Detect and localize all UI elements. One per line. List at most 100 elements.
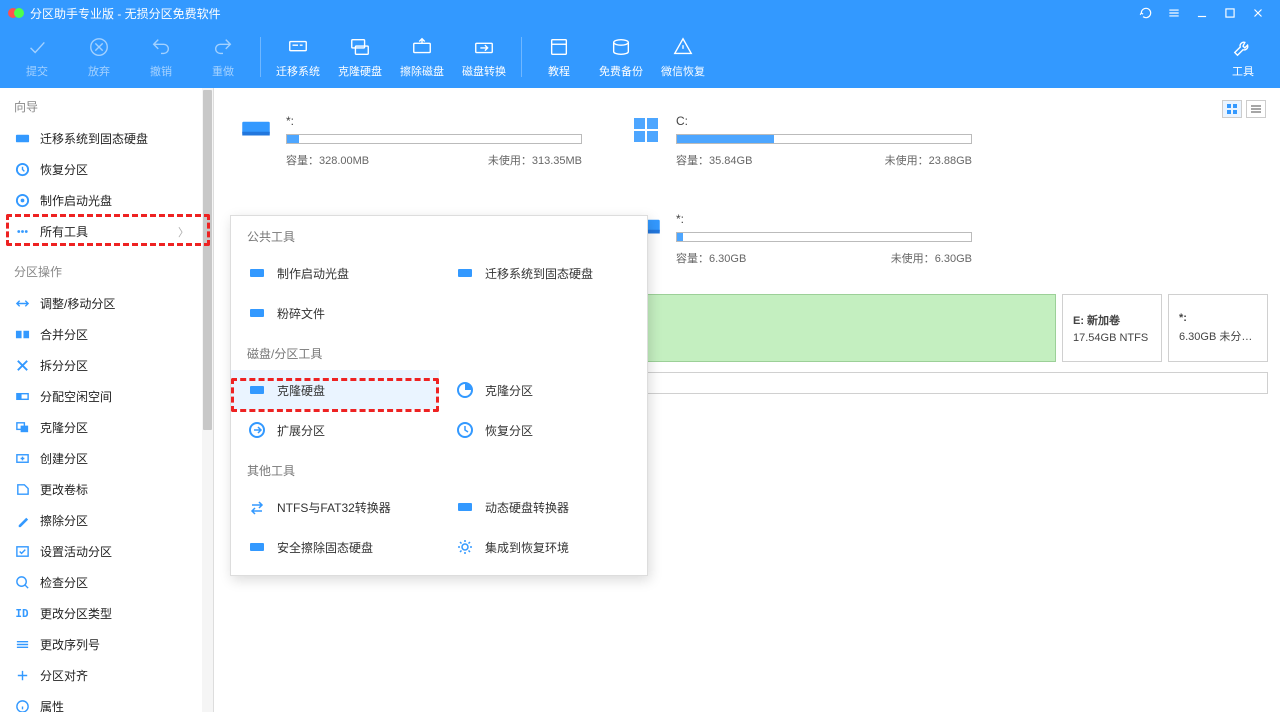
align-icon xyxy=(14,668,30,684)
partition-map: E: 新加卷 17.54GB NTFS *: 6.30GB 未分配... xyxy=(636,294,1268,362)
sidebar: 向导 迁移系统到固态硬盘 恢复分区 制作启动光盘 所有工具〉 分区操作 调整/移… xyxy=(0,88,214,712)
backup-button[interactable]: 免费备份 xyxy=(590,26,652,88)
sidebar-wizard-header: 向导 xyxy=(0,88,203,123)
resize-icon xyxy=(14,296,30,312)
clone-disk-button[interactable]: 克隆硬盘 xyxy=(329,26,391,88)
usage-bar xyxy=(676,232,972,242)
submenu-item-clone-partition[interactable]: 克隆分区 xyxy=(439,370,647,410)
disc-icon xyxy=(247,263,267,283)
shred-icon xyxy=(247,303,267,323)
windows-icon xyxy=(630,116,662,146)
submenu-item-boot-disc[interactable]: 制作启动光盘 xyxy=(231,253,439,293)
submenu-item-recover[interactable]: 恢复分区 xyxy=(439,410,647,450)
recover-icon xyxy=(14,162,30,178)
merge-icon xyxy=(14,327,30,343)
chevron-right-icon: 〉 xyxy=(178,224,189,240)
create-icon xyxy=(14,451,30,467)
sidebar-item-all-tools[interactable]: 所有工具〉 xyxy=(0,216,203,247)
sidebar-item-boot-disc[interactable]: 制作启动光盘 xyxy=(0,185,203,216)
redo-button[interactable]: 重做 xyxy=(192,26,254,88)
sidebar-item-check[interactable]: 检查分区 xyxy=(0,567,203,598)
window-title: 分区助手专业版 - 无损分区免费软件 xyxy=(30,5,1132,22)
extend-icon xyxy=(247,420,267,440)
submenu-item-integrate-re[interactable]: 集成到恢复环境 xyxy=(439,527,647,567)
all-tools-submenu: 公共工具 制作启动光盘 迁移系统到固态硬盘 粉碎文件 磁盘/分区工具 克隆硬盘 … xyxy=(230,215,648,576)
tools-button[interactable]: 工具 xyxy=(1212,26,1274,88)
partition-strip[interactable] xyxy=(636,372,1268,394)
discard-button[interactable]: 放弃 xyxy=(68,26,130,88)
clone-icon xyxy=(14,420,30,436)
commit-button[interactable]: 提交 xyxy=(6,26,68,88)
partition-block-unalloc[interactable]: *: 6.30GB 未分配... xyxy=(1168,294,1268,362)
submenu-item-shred[interactable]: 粉碎文件 xyxy=(231,293,439,333)
sidebar-item-wipe[interactable]: 擦除分区 xyxy=(0,505,203,536)
sidebar-item-change-type[interactable]: ID更改分区类型 xyxy=(0,598,203,629)
main-toolbar: 提交 放弃 撤销 重做 迁移系统 克隆硬盘 擦除磁盘 磁盘转换 教程 免费备份 … xyxy=(0,26,1280,88)
gear-icon xyxy=(455,537,475,557)
submenu-item-ntfs-fat[interactable]: NTFS与FAT32转换器 xyxy=(231,487,439,527)
disk-card[interactable]: *: 容量：6.30GB未使用：6.30GB xyxy=(616,198,986,276)
info-icon xyxy=(14,699,30,712)
sidebar-item-change-serial[interactable]: 更改序列号 xyxy=(0,629,203,660)
menu-button[interactable] xyxy=(1160,0,1188,26)
ssd-icon xyxy=(455,263,475,283)
submenu-item-clone-disk[interactable]: 克隆硬盘 xyxy=(231,370,439,410)
id-icon: ID xyxy=(14,606,30,622)
submenu-section-other: 其他工具 xyxy=(231,450,647,487)
split-icon xyxy=(14,358,30,374)
tutorial-button[interactable]: 教程 xyxy=(528,26,590,88)
sidebar-item-align[interactable]: 分区对齐 xyxy=(0,660,203,691)
sidebar-item-label[interactable]: 更改卷标 xyxy=(0,474,203,505)
allocate-icon xyxy=(14,389,30,405)
convert-disk-button[interactable]: 磁盘转换 xyxy=(453,26,515,88)
label-icon xyxy=(14,482,30,498)
window-titlebar: 分区助手专业版 - 无损分区免费软件 xyxy=(0,0,1280,26)
wipe-disk-button[interactable]: 擦除磁盘 xyxy=(391,26,453,88)
disk-card[interactable]: C: 容量：35.84GB未使用：23.88GB xyxy=(616,100,986,178)
sidebar-item-recover-partition[interactable]: 恢复分区 xyxy=(0,154,203,185)
active-icon xyxy=(14,544,30,560)
sidebar-item-resize-move[interactable]: 调整/移动分区 xyxy=(0,288,203,319)
wechat-recovery-button[interactable]: 微信恢复 xyxy=(652,26,714,88)
sidebar-item-create[interactable]: 创建分区 xyxy=(0,443,203,474)
sidebar-scrollbar[interactable] xyxy=(202,88,213,712)
sidebar-item-clone-partition[interactable]: 克隆分区 xyxy=(0,412,203,443)
minimize-button[interactable] xyxy=(1188,0,1216,26)
erase-icon xyxy=(247,537,267,557)
recover-icon xyxy=(455,420,475,440)
partition-block-e[interactable]: E: 新加卷 17.54GB NTFS xyxy=(1062,294,1162,362)
close-button[interactable] xyxy=(1244,0,1272,26)
wipe-icon xyxy=(14,513,30,529)
undo-button[interactable]: 撤销 xyxy=(130,26,192,88)
sidebar-item-migrate-ssd[interactable]: 迁移系统到固态硬盘 xyxy=(0,123,203,154)
partition-block-free[interactable] xyxy=(636,294,1056,362)
submenu-item-dynamic-convert[interactable]: 动态硬盘转换器 xyxy=(439,487,647,527)
ssd-icon xyxy=(14,131,30,147)
sidebar-ops-header: 分区操作 xyxy=(0,253,203,288)
view-grid-button[interactable] xyxy=(1222,100,1242,118)
migrate-os-button[interactable]: 迁移系统 xyxy=(267,26,329,88)
submenu-item-secure-erase[interactable]: 安全擦除固态硬盘 xyxy=(231,527,439,567)
submenu-section-public: 公共工具 xyxy=(231,216,647,253)
sidebar-item-set-active[interactable]: 设置活动分区 xyxy=(0,536,203,567)
sidebar-item-allocate-free[interactable]: 分配空闲空间 xyxy=(0,381,203,412)
app-logo-icon xyxy=(8,5,24,21)
submenu-item-extend[interactable]: 扩展分区 xyxy=(231,410,439,450)
sidebar-item-merge[interactable]: 合并分区 xyxy=(0,319,203,350)
usage-bar xyxy=(676,134,972,144)
view-list-button[interactable] xyxy=(1246,100,1266,118)
disk-card[interactable]: *: 容量：328.00MB未使用：313.35MB xyxy=(226,100,596,178)
sidebar-item-split[interactable]: 拆分分区 xyxy=(0,350,203,381)
clone-disk-icon xyxy=(247,380,267,400)
maximize-button[interactable] xyxy=(1216,0,1244,26)
serial-icon xyxy=(14,637,30,653)
check-icon xyxy=(14,575,30,591)
convert-icon xyxy=(247,497,267,517)
disc-icon xyxy=(14,193,30,209)
dyn-icon xyxy=(455,497,475,517)
sidebar-item-properties[interactable]: 属性 xyxy=(0,691,203,712)
dots-icon xyxy=(14,224,30,240)
submenu-item-migrate-ssd[interactable]: 迁移系统到固态硬盘 xyxy=(439,253,647,293)
clone-part-icon xyxy=(455,380,475,400)
refresh-button[interactable] xyxy=(1132,0,1160,26)
